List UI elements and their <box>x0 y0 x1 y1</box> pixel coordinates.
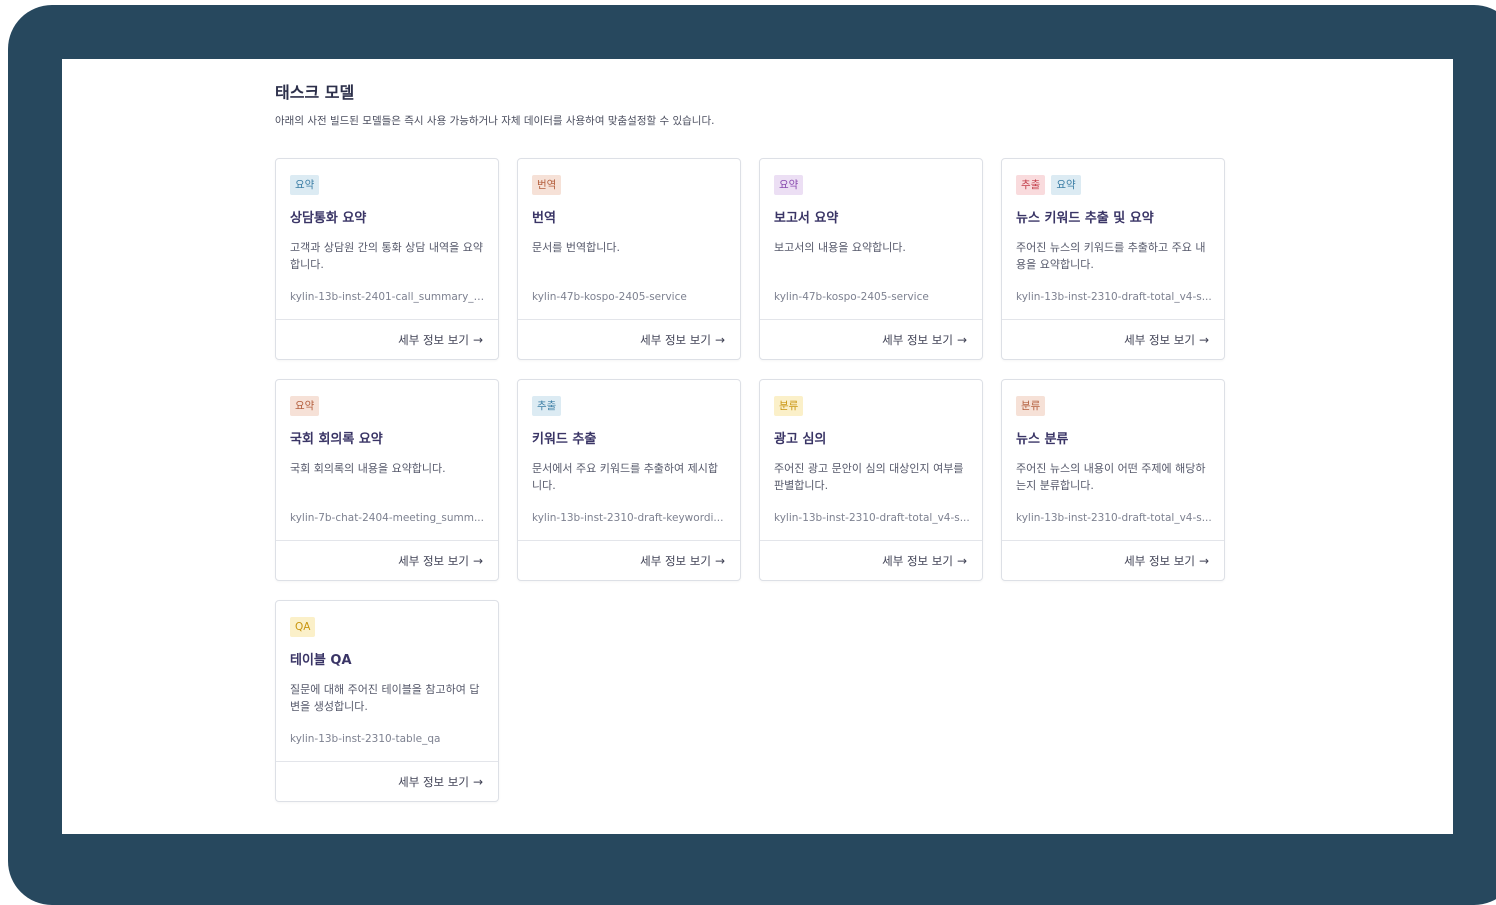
model-card-keyword-extraction[interactable]: 추출 키워드 추출 문서에서 주요 키워드를 추출하여 제시합니다. kylin… <box>517 379 741 581</box>
view-details-link[interactable]: 세부 정보 보기 → <box>398 553 483 569</box>
card-description: 문서에서 주요 키워드를 추출하여 제시합니다. <box>532 462 719 492</box>
model-id: kylin-7b-chat-2404-meeting_summ... <box>290 512 484 524</box>
view-details-link[interactable]: 세부 정보 보기 → <box>1124 332 1209 348</box>
card-description: 국회 회의록의 내용을 요약합니다. <box>290 462 446 475</box>
arrow-right-icon: → <box>472 553 483 568</box>
tag-list: 번역 <box>532 175 726 197</box>
model-id: kylin-13b-inst-2310-draft-total_v4-s... <box>1016 512 1212 524</box>
card-title: 번역 <box>532 211 556 226</box>
card-title: 뉴스 키워드 추출 및 요약 <box>1016 211 1154 226</box>
view-details-label: 세부 정보 보기 <box>882 553 953 568</box>
model-card-report-summary[interactable]: 요약 보고서 요약 보고서의 내용을 요약합니다. kylin-47b-kosp… <box>759 158 983 360</box>
tag-badge: 추출 <box>532 396 562 416</box>
card-description: 질문에 대해 주어진 테이블을 참고하여 답변을 생성합니다. <box>290 683 480 713</box>
tag-list: 요약 <box>774 175 968 197</box>
app-screen: 태스크 모델 아래의 사전 빌드된 모델들은 즉시 사용 가능하거나 자체 데이… <box>62 59 1453 834</box>
arrow-right-icon: → <box>956 332 967 347</box>
arrow-right-icon: → <box>714 553 725 568</box>
tag-list: 요약 <box>290 175 484 197</box>
view-details-link[interactable]: 세부 정보 보기 → <box>882 332 967 348</box>
view-details-link[interactable]: 세부 정보 보기 → <box>1124 553 1209 569</box>
tag-badge: 요약 <box>774 175 804 195</box>
card-description: 문서를 번역합니다. <box>532 241 620 254</box>
card-footer: 세부 정보 보기 → <box>276 540 498 580</box>
view-details-link[interactable]: 세부 정보 보기 → <box>882 553 967 569</box>
card-description: 주어진 광고 문안이 심의 대상인지 여부를 판별합니다. <box>774 462 964 492</box>
card-footer: 세부 정보 보기 → <box>760 540 982 580</box>
model-card-news-classification[interactable]: 분류 뉴스 분류 주어진 뉴스의 내용이 어떤 주제에 해당하는지 분류합니다.… <box>1001 379 1225 581</box>
card-footer: 세부 정보 보기 → <box>518 319 740 359</box>
view-details-link[interactable]: 세부 정보 보기 → <box>640 332 725 348</box>
tag-badge: 번역 <box>532 175 562 195</box>
view-details-link[interactable]: 세부 정보 보기 → <box>398 774 483 790</box>
model-card-assembly-minutes-summary[interactable]: 요약 국회 회의록 요약 국회 회의록의 내용을 요약합니다. kylin-7b… <box>275 379 499 581</box>
card-footer: 세부 정보 보기 → <box>760 319 982 359</box>
arrow-right-icon: → <box>714 332 725 347</box>
model-card-call-summary[interactable]: 요약 상담통화 요약 고객과 상담원 간의 통화 상담 내역을 요약합니다. k… <box>275 158 499 360</box>
tag-list: 분류 <box>774 396 968 418</box>
card-title: 광고 심의 <box>774 432 827 447</box>
model-card-ad-review[interactable]: 분류 광고 심의 주어진 광고 문안이 심의 대상인지 여부를 판별합니다. k… <box>759 379 983 581</box>
card-footer: 세부 정보 보기 → <box>1002 319 1224 359</box>
card-footer: 세부 정보 보기 → <box>1002 540 1224 580</box>
card-footer: 세부 정보 보기 → <box>276 319 498 359</box>
card-title: 국회 회의록 요약 <box>290 432 383 447</box>
arrow-right-icon: → <box>956 553 967 568</box>
model-id: kylin-47b-kospo-2405-service <box>532 291 687 303</box>
tag-badge: QA <box>290 617 316 637</box>
card-footer: 세부 정보 보기 → <box>518 540 740 580</box>
card-title: 뉴스 분류 <box>1016 432 1069 447</box>
card-description: 주어진 뉴스의 키워드를 추출하고 주요 내용을 요약합니다. <box>1016 241 1206 271</box>
tag-list: 분류 <box>1016 396 1210 418</box>
view-details-link[interactable]: 세부 정보 보기 → <box>640 553 725 569</box>
tag-badge: 분류 <box>774 396 804 416</box>
tag-badge: 요약 <box>290 175 320 195</box>
arrow-right-icon: → <box>1198 553 1209 568</box>
card-footer: 세부 정보 보기 → <box>276 761 498 801</box>
tag-list: 추출 <box>532 396 726 418</box>
card-description: 주어진 뉴스의 내용이 어떤 주제에 해당하는지 분류합니다. <box>1016 462 1206 492</box>
arrow-right-icon: → <box>472 774 483 789</box>
task-models-section: 태스크 모델 아래의 사전 빌드된 모델들은 즉시 사용 가능하거나 자체 데이… <box>275 83 1235 802</box>
model-card-table-qa[interactable]: QA 테이블 QA 질문에 대해 주어진 테이블을 참고하여 답변을 생성합니다… <box>275 600 499 802</box>
view-details-label: 세부 정보 보기 <box>640 332 711 347</box>
arrow-right-icon: → <box>472 332 483 347</box>
model-id: kylin-13b-inst-2310-draft-total_v4-s... <box>774 512 970 524</box>
tag-list: QA <box>290 617 484 639</box>
view-details-label: 세부 정보 보기 <box>398 774 469 789</box>
view-details-label: 세부 정보 보기 <box>398 332 469 347</box>
card-title: 키워드 추출 <box>532 432 597 447</box>
page-title: 태스크 모델 <box>275 83 355 102</box>
model-card-grid: 요약 상담통화 요약 고객과 상담원 간의 통화 상담 내역을 요약합니다. k… <box>275 158 1225 802</box>
model-id: kylin-13b-inst-2401-call_summary_v... <box>290 291 486 303</box>
model-id: kylin-13b-inst-2310-table_qa <box>290 733 441 745</box>
view-details-label: 세부 정보 보기 <box>1124 332 1195 347</box>
page-subtitle: 아래의 사전 빌드된 모델들은 즉시 사용 가능하거나 자체 데이터를 사용하여… <box>275 115 715 127</box>
tag-list: 요약 <box>290 396 484 418</box>
tag-list: 추출 요약 <box>1016 175 1210 197</box>
card-title: 테이블 QA <box>290 653 352 668</box>
model-card-news-keyword-summary[interactable]: 추출 요약 뉴스 키워드 추출 및 요약 주어진 뉴스의 키워드를 추출하고 주… <box>1001 158 1225 360</box>
model-id: kylin-13b-inst-2310-draft-total_v4-s... <box>1016 291 1212 303</box>
card-description: 보고서의 내용을 요약합니다. <box>774 241 906 254</box>
tag-badge: 요약 <box>290 396 320 416</box>
model-id: kylin-13b-inst-2310-draft-keywordi... <box>532 512 724 524</box>
model-card-translation[interactable]: 번역 번역 문서를 번역합니다. kylin-47b-kospo-2405-se… <box>517 158 741 360</box>
card-title: 보고서 요약 <box>774 211 839 226</box>
tag-badge: 분류 <box>1016 396 1046 416</box>
card-title: 상담통화 요약 <box>290 211 367 226</box>
view-details-label: 세부 정보 보기 <box>882 332 953 347</box>
view-details-label: 세부 정보 보기 <box>1124 553 1195 568</box>
view-details-label: 세부 정보 보기 <box>398 553 469 568</box>
tag-badge: 요약 <box>1051 175 1081 195</box>
view-details-label: 세부 정보 보기 <box>640 553 711 568</box>
view-details-link[interactable]: 세부 정보 보기 → <box>398 332 483 348</box>
arrow-right-icon: → <box>1198 332 1209 347</box>
card-description: 고객과 상담원 간의 통화 상담 내역을 요약합니다. <box>290 241 484 271</box>
model-id: kylin-47b-kospo-2405-service <box>774 291 929 303</box>
tag-badge: 추출 <box>1016 175 1046 195</box>
